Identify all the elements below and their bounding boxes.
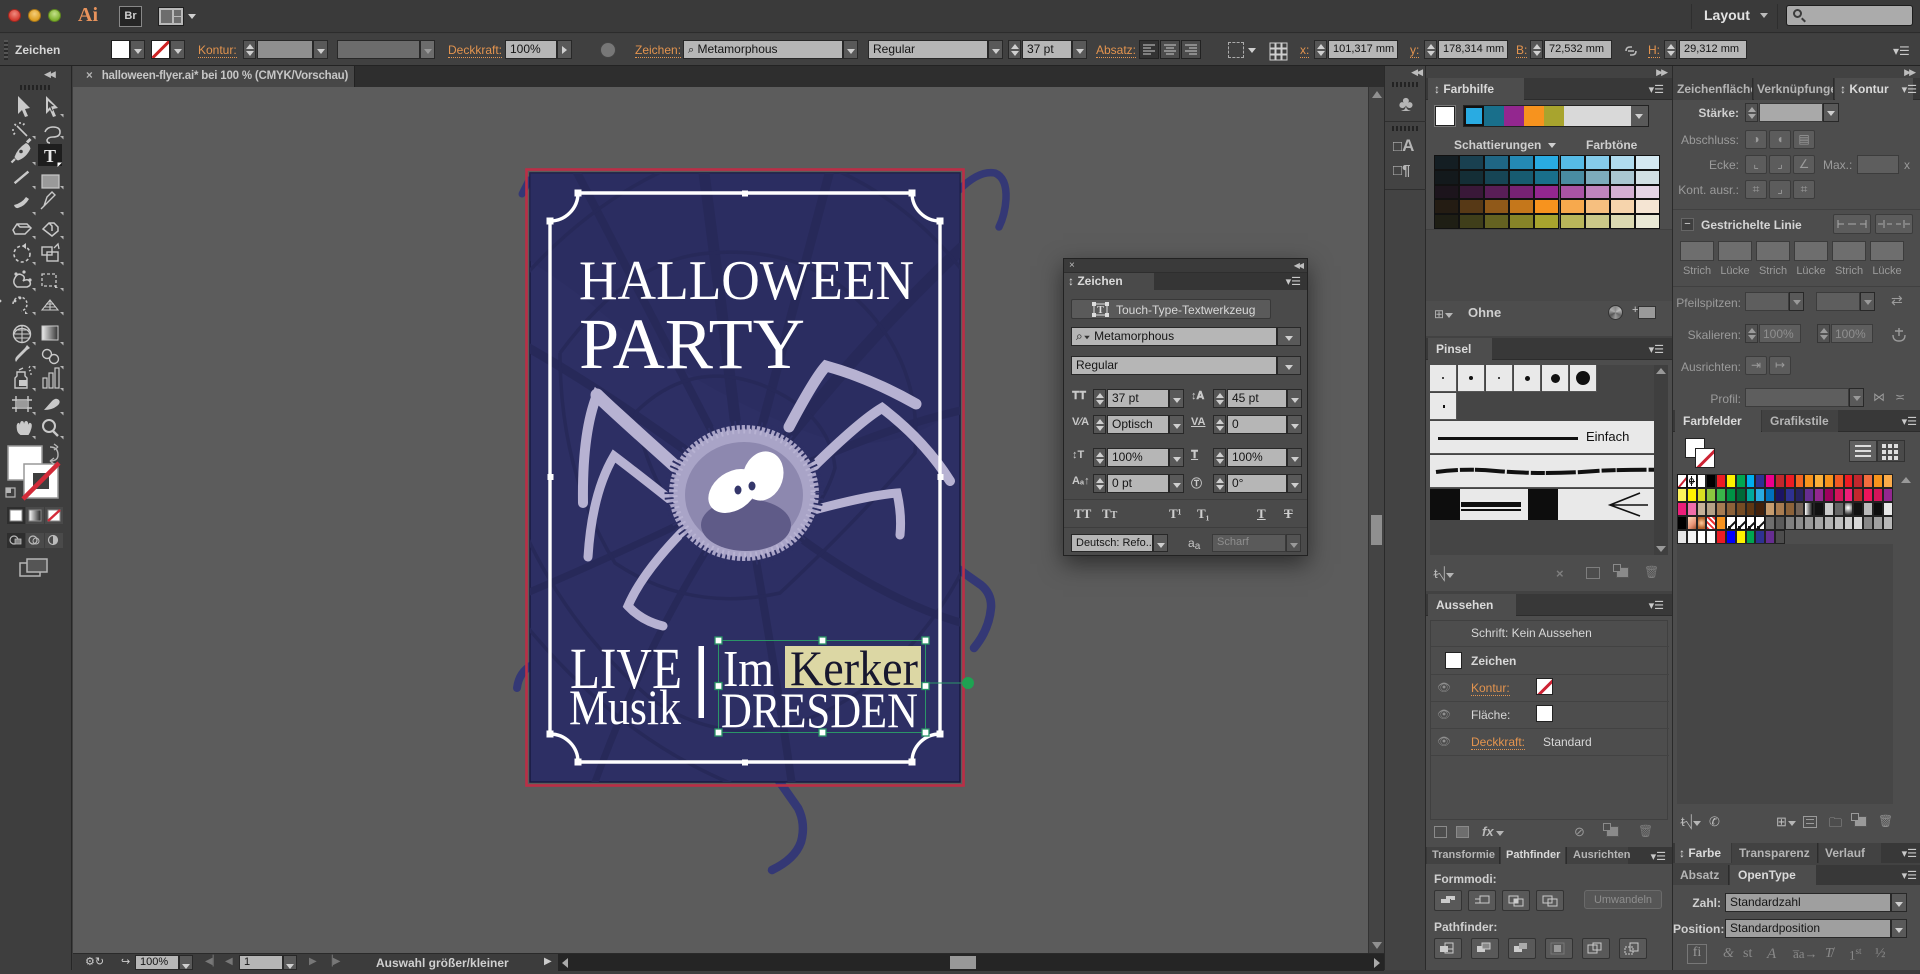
svg-text:HALLOWEEN: HALLOWEEN (579, 250, 914, 312)
svg-text:T: T (1097, 305, 1104, 316)
svg-text:Musik: Musik (569, 679, 681, 735)
svg-text:PARTY: PARTY (579, 304, 805, 384)
svg-text:T: T (44, 146, 56, 166)
